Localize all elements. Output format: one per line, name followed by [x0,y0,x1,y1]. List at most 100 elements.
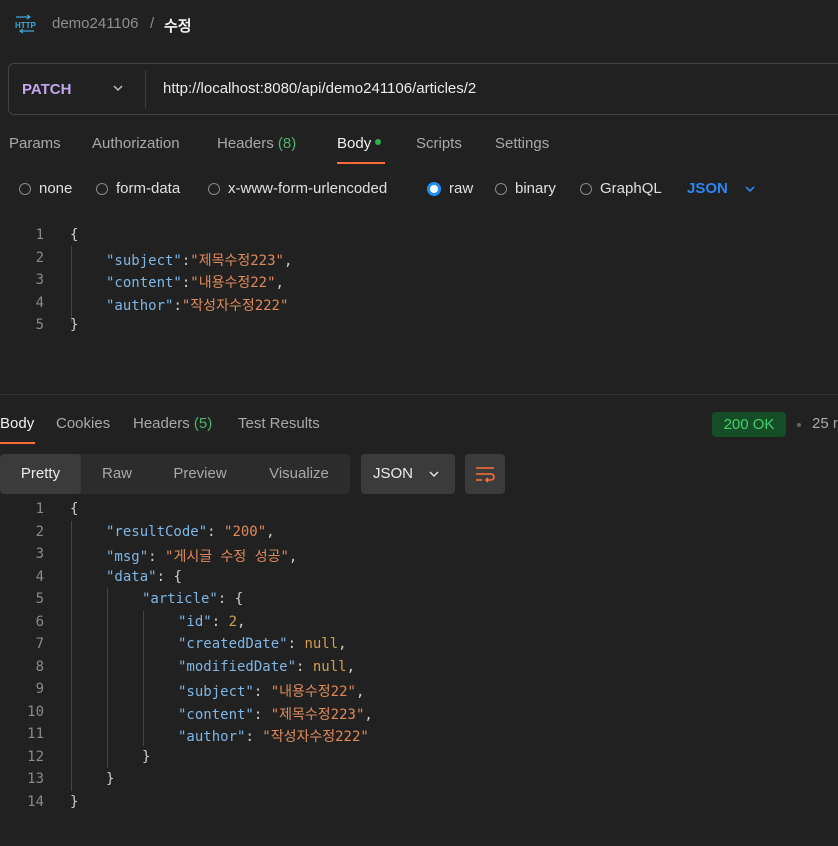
wrap-lines-icon [476,467,495,483]
radio-urlencoded-label: x-www-form-urlencoded [228,180,388,197]
body-format-select[interactable]: JSON [687,180,728,197]
response-tab-cookies[interactable]: Cookies [56,415,110,432]
json-key: "content" [106,275,182,291]
response-time[interactable]: 25 r [812,415,838,432]
chevron-down-icon[interactable] [110,80,126,96]
radio-binary-label: binary [515,180,556,197]
code-text: "msg": "게시글 수정 성공", [106,546,297,566]
tab-body[interactable]: Body [337,135,382,152]
tab-params[interactable]: Params [9,135,61,152]
line-number: 7 [35,636,44,652]
view-tab-visualize[interactable]: Visualize [254,454,344,494]
code-line: 3 "msg": "게시글 수정 성공", [0,546,838,568]
code-line: 2 "subject":"제목수정223", [0,250,838,272]
response-tab-test-results[interactable]: Test Results [238,415,320,432]
code-line: 9 "subject": "내용수정22", [0,681,838,703]
method-select[interactable]: PATCH [22,81,71,98]
tab-authorization[interactable]: Authorization [92,135,180,152]
json-key: "author" [178,729,246,745]
radio-circle[interactable] [580,182,592,195]
radio-circle[interactable] [19,182,31,195]
code-line: 3 "content":"내용수정22", [0,272,838,294]
json-key: "subject" [178,684,254,700]
code-line: 2 "resultCode": "200", [0,524,838,546]
chevron-down-icon[interactable] [742,181,758,197]
tab-settings[interactable]: Settings [495,135,549,152]
code-line: 4 "data": { [0,569,838,591]
code-line: 10 "content": "제목수정223", [0,704,838,726]
radio-binary[interactable]: binary [495,180,556,197]
json-comma: , [364,706,373,723]
modified-dot [375,139,382,145]
code-line: 5} [0,317,838,339]
json-colon: : [253,706,271,723]
json-brace: } [106,771,115,787]
code-text: "createdDate": null, [178,636,347,652]
breadcrumb-collection[interactable]: demo241106 [52,15,138,32]
chevron-down-icon [429,471,439,478]
response-format-label: JSON [373,465,414,482]
json-comma: , [266,523,275,540]
radio-urlencoded[interactable]: x-www-form-urlencoded [208,180,387,197]
json-colon: : [211,613,229,630]
svg-text:HTTP: HTTP [15,21,36,30]
line-number: 10 [27,703,44,720]
radio-raw[interactable]: raw [427,180,473,197]
active-tab-indicator [337,162,385,164]
json-colon: : [173,297,182,314]
json-brace: { [70,227,79,243]
json-value: "내용수정22" [190,275,276,291]
json-colon: : [245,729,263,745]
code-line: 7 "createdDate": null, [0,636,838,658]
code-line: 12} [0,749,838,771]
code-text: "content": "제목수정223", [178,704,373,724]
json-comma: , [237,613,246,630]
radio-circle[interactable] [208,182,220,195]
code-text: "subject": "내용수정22", [178,681,364,701]
tab-scripts[interactable]: Scripts [416,135,462,152]
radio-graphql[interactable]: GraphQL [580,180,662,197]
line-number: 1 [35,227,44,243]
line-number: 5 [35,317,44,333]
view-tab-raw[interactable]: Raw [84,454,150,494]
json-colon: : [156,568,174,585]
view-tab-preview[interactable]: Preview [158,454,242,494]
tab-body-label: Body [337,135,372,152]
json-value: "게시글 수정 성공" [165,549,289,565]
url-input[interactable]: http://localhost:8080/api/demo241106/art… [163,80,476,97]
json-colon: : [253,684,271,700]
status-badge[interactable]: 200 OK [712,412,786,437]
json-brace: { [173,568,182,585]
response-tab-body[interactable]: Body [0,415,34,432]
http-icon: HTTP [15,14,36,34]
radio-none[interactable]: none [19,180,72,197]
line-number: 8 [35,658,44,675]
view-tab-pretty[interactable]: Pretty [0,454,81,494]
radio-circle[interactable] [495,182,507,195]
response-tab-headers[interactable]: Headers (5) [133,415,212,432]
code-text: "subject":"제목수정223", [106,250,292,270]
radio-form-data[interactable]: form-data [96,180,180,197]
pane-divider[interactable] [0,394,838,395]
tab-headers-count: (8) [277,135,297,152]
line-number: 13 [27,771,44,787]
json-comma: , [288,549,298,565]
json-value: "제목수정223" [270,706,365,723]
code-text: } [70,317,78,333]
code-text: "resultCode": "200", [106,524,275,540]
code-text: { [70,501,78,517]
line-number: 3 [35,272,44,288]
tab-headers[interactable]: Headers (8) [217,135,296,152]
code-text: "content":"내용수정22", [106,272,284,292]
code-line: 5 "article": { [0,591,838,613]
radio-circle[interactable] [96,182,108,195]
radio-circle-selected[interactable] [427,181,441,196]
breadcrumb-request-name[interactable]: 수정 [164,15,192,36]
code-line: 1{ [0,501,838,523]
line-number: 1 [35,501,44,517]
tab-headers-label: Headers [217,135,274,152]
json-value: "내용수정22" [270,684,356,700]
line-number: 2 [35,523,44,540]
json-comma: , [275,275,284,291]
radio-graphql-label: GraphQL [600,180,662,197]
